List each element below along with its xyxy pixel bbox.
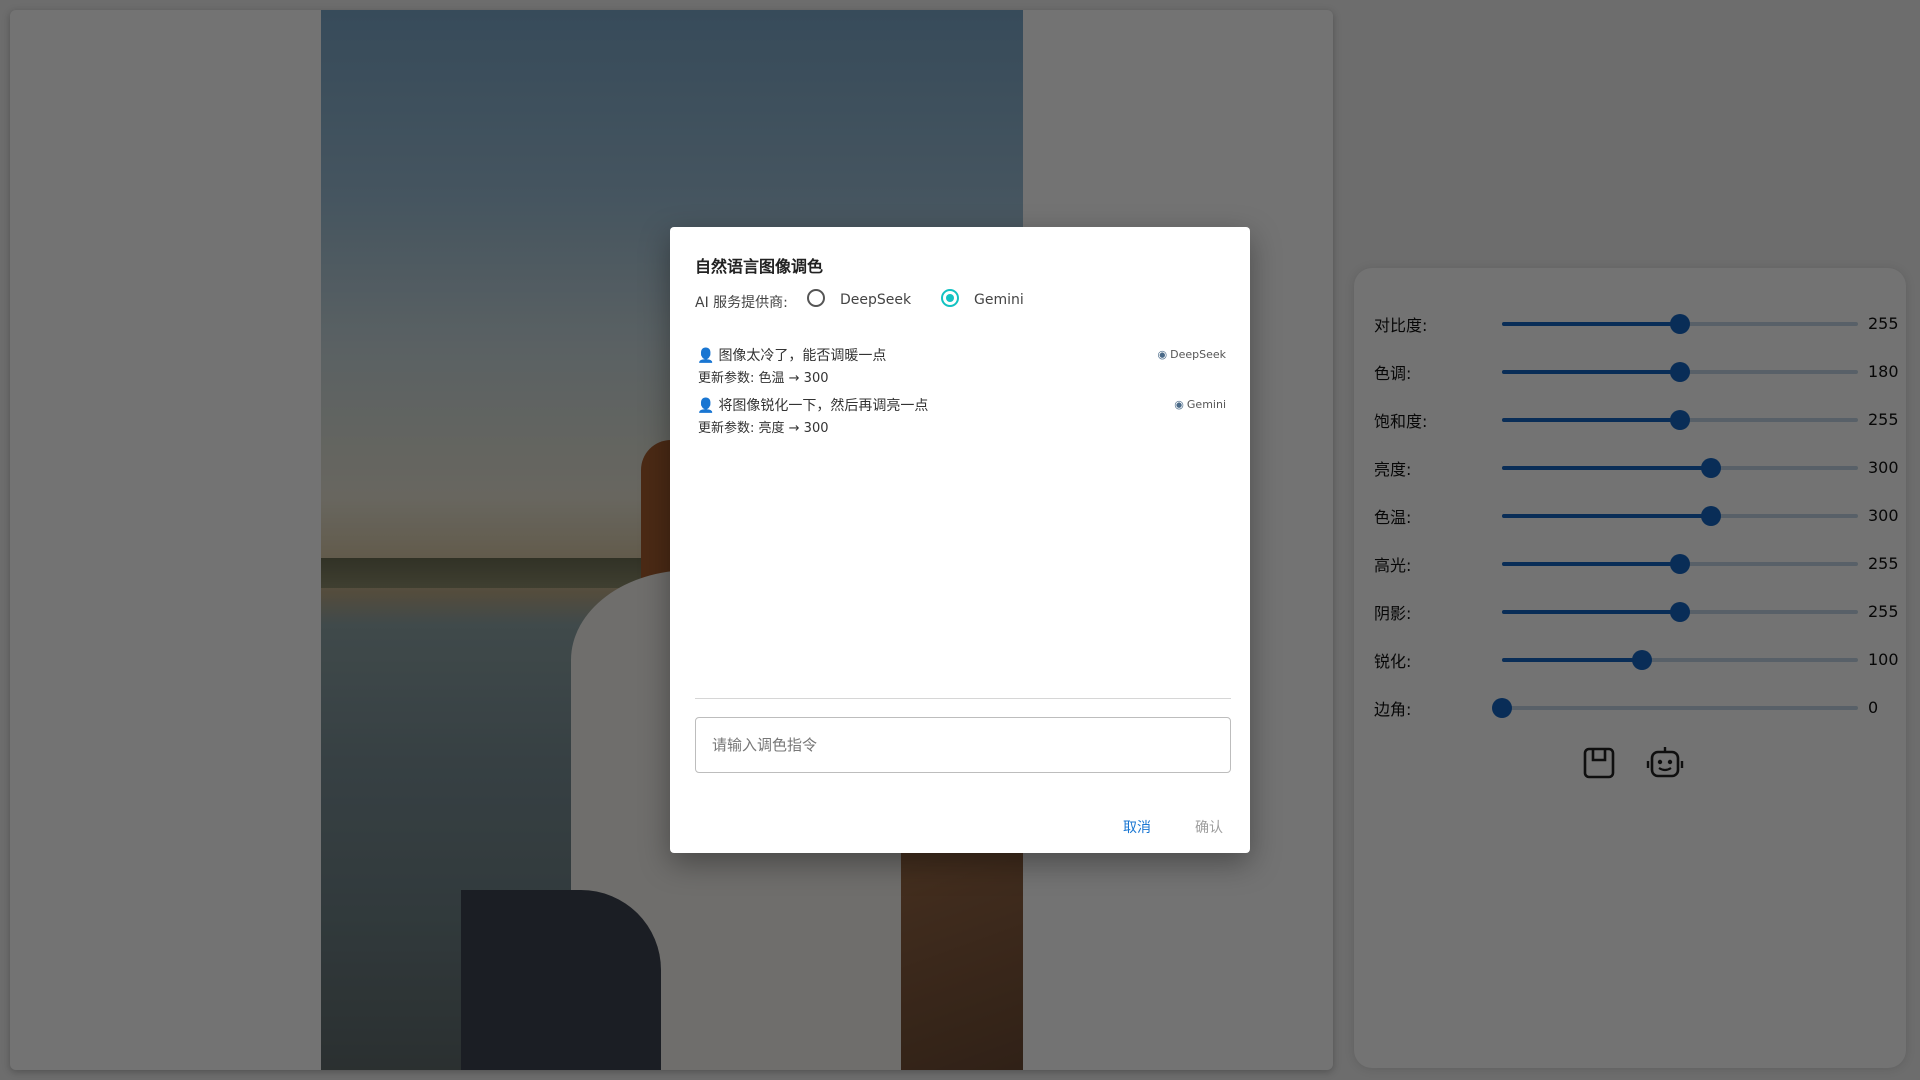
message-provider-name: Gemini [1186,398,1226,411]
user-command-text: 将图像锐化一下，然后再调亮一点 [718,398,929,414]
bot-icon: ◉ [1157,348,1168,361]
user-command: 👤 图像太冷了，能否调暖一点 [697,345,886,365]
app-root: 对比度:255色调:180饱和度:255亮度:300色温:300高光:255阴影… [0,0,1920,1080]
provider-selector: AI 服务提供商: DeepSeek Gemini [695,287,1235,313]
radio-gemini[interactable] [941,289,959,307]
dialog-title: 自然语言图像调色 [695,257,824,276]
user-command: 👤 将图像锐化一下，然后再调亮一点 [697,395,928,415]
user-command-text: 图像太冷了，能否调暖一点 [718,348,887,364]
message-provider: ◉ DeepSeek [1158,348,1227,361]
radio-deepseek-label[interactable]: DeepSeek [840,292,911,308]
confirm-button[interactable]: 确认 [1195,817,1223,837]
chat-message: 👤 图像太冷了，能否调暖一点 更新参数: 色温 → 300 ◉ DeepSeek [695,345,1231,390]
result-text: 更新参数: 色温 → 300 [698,371,829,386]
result-text: 更新参数: 亮度 → 300 [698,421,829,436]
provider-label: AI 服务提供商: [695,295,788,311]
radio-deepseek[interactable] [807,289,825,307]
divider [695,698,1231,699]
command-input[interactable] [695,717,1231,773]
user-icon: 👤 [697,398,715,414]
chat-message: 👤 将图像锐化一下，然后再调亮一点 更新参数: 亮度 → 300 ◉ Gemini [695,395,1231,440]
user-icon: 👤 [697,348,715,364]
message-provider-name: DeepSeek [1170,348,1226,361]
message-provider: ◉ Gemini [1174,398,1226,411]
chat-history: 👤 图像太冷了，能否调暖一点 更新参数: 色温 → 300 ◉ DeepSeek 👤… [695,345,1231,695]
radio-gemini-label[interactable]: Gemini [974,292,1024,308]
bot-icon: ◉ [1174,398,1184,411]
color-grading-dialog: 自然语言图像调色 AI 服务提供商: DeepSeek Gemini 👤 图像太冷… [670,227,1250,853]
cancel-button[interactable]: 取消 [1123,817,1151,837]
